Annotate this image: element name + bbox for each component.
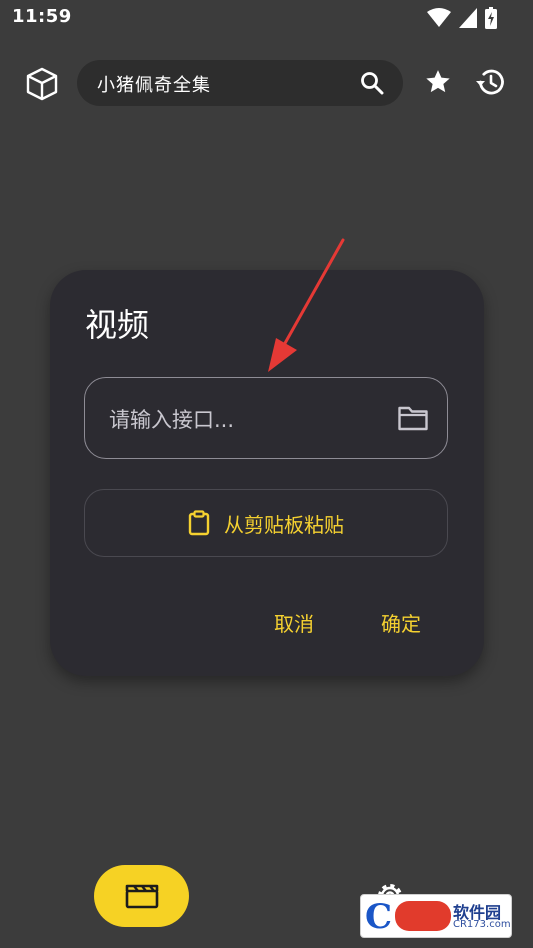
confirm-button[interactable]: 确定	[375, 606, 427, 639]
cancel-button[interactable]: 取消	[268, 606, 320, 639]
clipboard-icon	[188, 510, 210, 536]
search-input[interactable]: 小猪佩奇全集	[97, 71, 211, 97]
signal-icon	[459, 8, 477, 28]
top-app-bar: 小猪佩奇全集	[0, 58, 533, 108]
status-icons	[427, 6, 497, 30]
watermark-logo: C 软件园 CR173.com	[360, 894, 512, 938]
cube-button[interactable]	[22, 64, 62, 104]
watermark-c-glyph: C	[365, 897, 393, 937]
interface-input-placeholder[interactable]: 请输入接口...	[109, 404, 234, 434]
video-source-dialog: 视频 请输入接口... 从剪贴板粘贴 取消 确定	[50, 270, 484, 676]
watermark-subtitle: CR173.com	[453, 919, 511, 930]
folder-icon[interactable]	[397, 404, 429, 432]
paste-from-clipboard-button[interactable]: 从剪贴板粘贴	[84, 489, 448, 557]
interface-input[interactable]: 请输入接口...	[84, 377, 448, 459]
status-bar: 11:59	[0, 0, 533, 36]
status-time: 11:59	[12, 6, 72, 27]
favorites-button[interactable]	[420, 64, 456, 100]
paste-button-label: 从剪贴板粘贴	[224, 512, 344, 537]
watermark-badge	[395, 901, 451, 931]
history-button[interactable]	[472, 64, 508, 100]
search-icon[interactable]	[359, 70, 385, 96]
history-icon	[476, 69, 504, 95]
wifi-icon	[427, 8, 451, 27]
clapperboard-icon	[125, 884, 158, 909]
video-fab-button[interactable]	[94, 865, 189, 927]
search-bar[interactable]: 小猪佩奇全集	[77, 60, 403, 106]
cube-icon	[26, 67, 58, 101]
dialog-title: 视频	[85, 306, 150, 344]
battery-icon	[485, 7, 497, 29]
star-icon	[426, 70, 450, 93]
